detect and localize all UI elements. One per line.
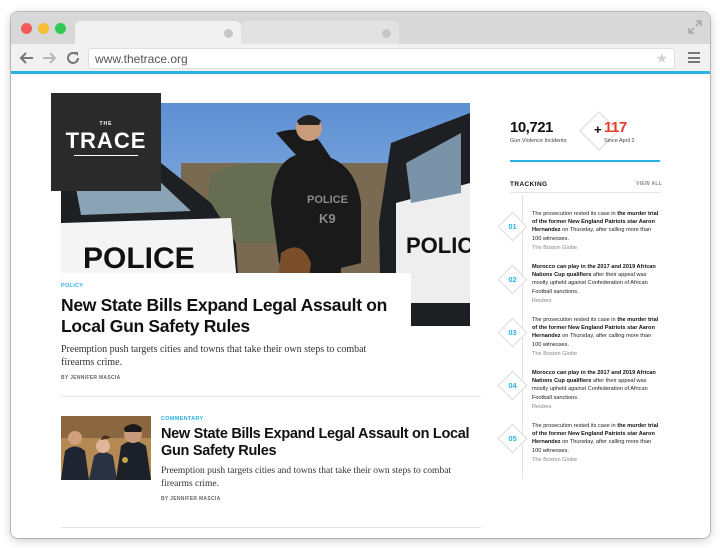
tracking-item-text: The prosecution rested its case in <box>532 211 618 217</box>
tracking-item-body: The prosecution rested its case in the m… <box>532 316 662 358</box>
page-content: POLICE POLICE K9 POLICE THE TRACE POLICY… <box>11 77 710 538</box>
tracking-item-source: Reuters <box>532 403 552 410</box>
maximize-window-button[interactable] <box>55 23 66 34</box>
tracking-number: 02 <box>508 275 517 284</box>
logo-the-text: THE <box>99 121 113 127</box>
incident-count-label: Gun Violence Incidents <box>510 138 567 144</box>
hero-dek: Preemption push targets cities and towns… <box>61 344 367 368</box>
stat-plus-sign: + <box>594 122 602 137</box>
hero-headline[interactable]: New State Bills Expand Legal Assault on … <box>61 295 401 337</box>
story2-tag[interactable]: COMMENTARY <box>161 416 481 422</box>
minimize-window-button[interactable] <box>38 23 49 34</box>
tracking-item[interactable]: 04 Morocco can play in the 2017 and 2019… <box>497 369 662 419</box>
back-arrow-icon[interactable] <box>19 50 35 66</box>
story2-byline[interactable]: BY JENNIFER MASCIA <box>161 496 481 502</box>
bookmark-star-icon[interactable]: ★ <box>655 50 668 67</box>
incident-count: 10,721 <box>510 119 553 136</box>
reload-icon[interactable] <box>65 50 81 66</box>
tracking-heading: TRACKING <box>510 181 548 188</box>
tracking-item[interactable]: 03 The prosecution rested its case in th… <box>497 316 662 366</box>
browser-tab-active[interactable] <box>75 21 241 45</box>
forward-arrow-icon[interactable] <box>41 50 57 66</box>
tracking-item-text: The prosecution rested its case in <box>532 423 618 429</box>
browser-tab-inactive[interactable] <box>241 21 399 45</box>
story2-thumbnail-photo[interactable] <box>61 416 151 480</box>
hero-tag[interactable]: POLICY <box>61 283 401 289</box>
tracking-item-body: The prosecution rested its case in the m… <box>532 210 662 252</box>
title-bar <box>11 12 710 45</box>
section-divider <box>61 527 481 528</box>
tracking-item[interactable]: 05 The prosecution rested its case in th… <box>497 422 662 472</box>
tracking-item-body: Morocco can play in the 2017 and 2019 Af… <box>532 369 662 411</box>
fullscreen-icon[interactable] <box>688 20 702 34</box>
story2-article: COMMENTARY New State Bills Expand Legal … <box>161 416 481 502</box>
tracking-divider <box>510 192 660 193</box>
tracking-number: 03 <box>508 328 517 337</box>
tracking-item-text: The prosecution rested its case in <box>532 317 618 323</box>
tracking-number: 05 <box>508 434 517 443</box>
tracking-item-source: The Boston Globe <box>532 350 578 357</box>
section-divider <box>61 396 481 397</box>
tracking-item-body: The prosecution rested its case in the m… <box>532 422 662 464</box>
tracking-item-source: The Boston Globe <box>532 244 578 251</box>
tab-close-icon[interactable] <box>224 29 233 38</box>
browser-window: www.thetrace.org ★ POLICE POLICE K9 POLI… <box>11 12 710 538</box>
tracking-item-body: Morocco can play in the 2017 and 2019 Af… <box>532 263 662 305</box>
incident-delta: 117 <box>604 119 627 136</box>
tab-close-icon[interactable] <box>382 29 391 38</box>
tracking-item[interactable]: 02 Morocco can play in the 2017 and 2019… <box>497 263 662 313</box>
close-window-button[interactable] <box>21 23 32 34</box>
hamburger-menu-icon[interactable] <box>688 52 700 63</box>
hero-byline[interactable]: BY JENNIFER MASCIA <box>61 375 401 381</box>
hero-article: POLICY New State Bills Expand Legal Assa… <box>51 273 411 381</box>
address-bar[interactable]: www.thetrace.org ★ <box>88 48 675 69</box>
svg-text:POLICE: POLICE <box>83 242 195 275</box>
story2-headline[interactable]: New State Bills Expand Legal Assault on … <box>161 426 481 460</box>
logo-underline <box>74 155 138 156</box>
story2-dek: Preemption push targets cities and towns… <box>161 466 452 489</box>
svg-text:K9: K9 <box>319 211 336 226</box>
tracking-item[interactable]: 01 The prosecution rested its case in th… <box>497 210 662 260</box>
view-all-link[interactable]: VIEW ALL <box>636 181 662 187</box>
logo-trace-text: TRACE <box>65 128 147 153</box>
tracking-item-source: Reuters <box>532 297 552 304</box>
url-text: www.thetrace.org <box>95 52 188 66</box>
the-trace-logo[interactable]: THE TRACE <box>51 93 161 191</box>
incident-delta-label: Since April 2 <box>604 138 635 144</box>
svg-text:POLICE: POLICE <box>307 194 348 206</box>
browser-toolbar: www.thetrace.org ★ <box>11 44 710 74</box>
tracking-item-source: The Boston Globe <box>532 456 578 463</box>
svg-text:POLICE: POLICE <box>406 233 470 258</box>
tracking-number: 01 <box>508 222 517 231</box>
tracking-number: 04 <box>508 381 517 390</box>
tracking-top-rule <box>510 160 660 162</box>
